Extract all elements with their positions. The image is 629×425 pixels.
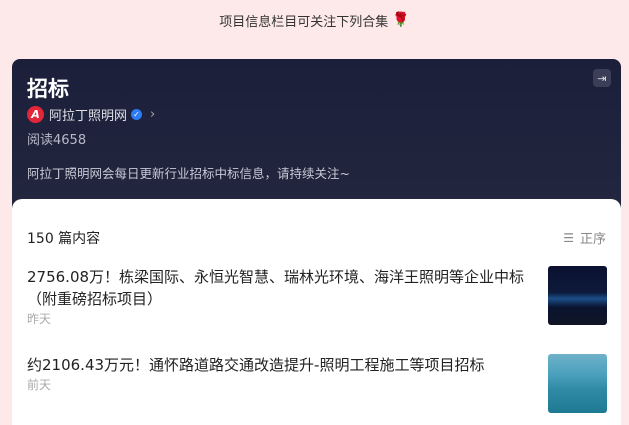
author-logo-icon: A [27, 106, 44, 123]
read-count: 阅读4658 [27, 133, 87, 148]
article-title: 约2106.43万元！通怀路道路交通改造提升-照明工程施工等项目招标 [27, 356, 485, 374]
top-banner: 项目信息栏目可关注下列合集 🌹 [0, 0, 629, 40]
list-item[interactable]: 约2106.43万元！通怀路道路交通改造提升-照明工程施工等项目招标 前天 [27, 354, 607, 413]
collection-title: 招标 [27, 77, 69, 101]
collection-header: ⇥ 招标 A 阿拉丁照明网 ✓ › 阅读4658 阿拉丁照明网会每日更新行业招标… [12, 59, 621, 209]
rose-icon: 🌹 [392, 12, 410, 28]
article-list: 150 篇内容 ☰ 正序 2756.08万！栋梁国际、永恒光智慧、瑞林光环境、海… [12, 199, 621, 425]
exit-icon[interactable]: ⇥ [593, 69, 611, 87]
collection-description: 阿拉丁照明网会每日更新行业招标中标信息，请持续关注~ [27, 166, 350, 181]
article-thumbnail [548, 354, 607, 413]
collection-card: ⇥ 招标 A 阿拉丁照明网 ✓ › 阅读4658 阿拉丁照明网会每日更新行业招标… [12, 59, 621, 425]
article-time: 前天 [27, 378, 52, 392]
author-link[interactable]: A 阿拉丁照明网 ✓ › [27, 105, 155, 124]
article-time: 昨天 [27, 312, 52, 326]
verified-icon: ✓ [131, 109, 143, 120]
author-name: 阿拉丁照明网 [49, 109, 128, 124]
article-count: 150 篇内容 [27, 231, 101, 247]
article-title: 2756.08万！栋梁国际、永恒光智慧、瑞林光环境、海洋王照明等企业中标（附重磅… [27, 268, 525, 308]
sort-button[interactable]: ☰ 正序 [563, 228, 606, 248]
list-item[interactable]: 2756.08万！栋梁国际、永恒光智慧、瑞林光环境、海洋王照明等企业中标（附重磅… [27, 266, 607, 327]
banner-text: 项目信息栏目可关注下列合集 [219, 14, 389, 30]
article-thumbnail [548, 266, 607, 325]
sort-label: 正序 [579, 232, 606, 247]
chevron-right-icon: › [150, 107, 156, 122]
sort-icon: ☰ [563, 230, 574, 245]
